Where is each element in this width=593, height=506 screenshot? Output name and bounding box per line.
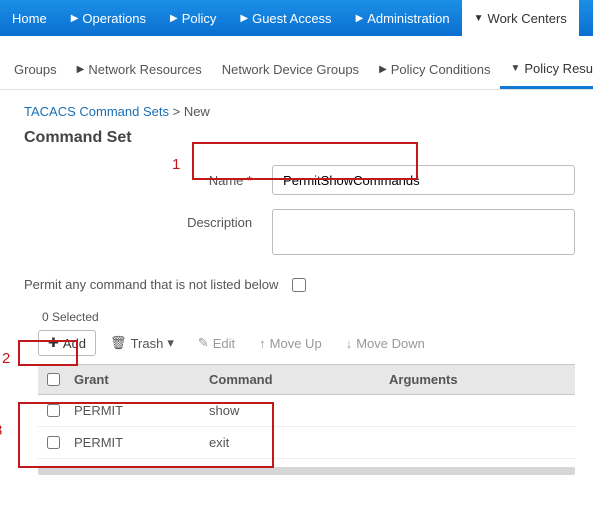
form-row-description: Description (18, 209, 575, 255)
secondary-nav: Groups ▶ Network Resources Network Devic… (0, 50, 593, 90)
subnav-label: Network Device Groups (222, 62, 359, 77)
move-down-button[interactable]: ↓ Move Down (336, 331, 435, 356)
nav-guest-access[interactable]: ▶ Guest Access (228, 0, 343, 36)
row-checkbox[interactable] (47, 404, 60, 417)
subnav-policy-conditions[interactable]: ▶ Policy Conditions (369, 50, 500, 89)
trash-icon: 🗑 (110, 335, 127, 351)
nav-label: Home (12, 11, 47, 26)
name-label: Name (209, 173, 244, 188)
commands-grid: Grant Command Arguments PERMIT show PERM… (38, 364, 575, 459)
moveup-label: Move Up (270, 336, 322, 351)
table-toolbar: ✚ Add 🗑 Trash ▾ ✎ Edit ↑ Move Up ↓ Move … (38, 328, 575, 358)
horizontal-scrollbar[interactable] (38, 467, 575, 475)
nav-operations[interactable]: ▶ Operations (59, 0, 158, 36)
header-command: Command (203, 372, 383, 387)
cell-grant: PERMIT (68, 403, 203, 418)
commands-table-section: 0 Selected ✚ Add 🗑 Trash ▾ ✎ Edit ↑ Move… (38, 310, 575, 475)
permit-any-row: Permit any command that is not listed be… (24, 277, 575, 292)
table-row[interactable]: PERMIT exit (38, 427, 575, 459)
nav-policy[interactable]: ▶ Policy (158, 0, 228, 36)
cell-grant: PERMIT (68, 435, 203, 450)
movedown-label: Move Down (356, 336, 425, 351)
trash-button[interactable]: 🗑 Trash ▾ (100, 330, 184, 356)
nav-administration[interactable]: ▶ Administration (344, 0, 462, 36)
caret-down-icon: ▼ (510, 63, 520, 74)
name-input[interactable] (272, 165, 575, 195)
subnav-label: Policy Conditions (391, 62, 491, 77)
header-grant: Grant (68, 372, 203, 387)
subnav-network-resources[interactable]: ▶ Network Resources (67, 50, 212, 89)
header-checkbox-cell (38, 373, 68, 386)
breadcrumb-sep: > (173, 104, 181, 119)
breadcrumb-current: New (184, 104, 210, 119)
subnav-policy-results[interactable]: ▼ Policy Results (500, 50, 593, 89)
nav-label: Work Centers (488, 11, 567, 26)
cell-command: show (203, 403, 383, 418)
breadcrumb-parent[interactable]: TACACS Command Sets (24, 104, 169, 119)
trash-label: Trash (131, 336, 164, 351)
plus-icon: ✚ (48, 335, 59, 351)
primary-nav: Home ▶ Operations ▶ Policy ▶ Guest Acces… (0, 0, 593, 36)
name-label-wrap: Name * (18, 173, 272, 188)
nav-label: Administration (367, 11, 449, 26)
form-row-name: Name * (18, 165, 575, 195)
caret-right-icon: ▶ (379, 64, 387, 75)
select-all-checkbox[interactable] (47, 373, 60, 386)
caret-right-icon: ▶ (240, 13, 248, 24)
subnav-label: Policy Results (524, 61, 593, 76)
move-up-button[interactable]: ↑ Move Up (249, 331, 332, 356)
subnav-network-device-groups[interactable]: Network Device Groups (212, 50, 369, 89)
edit-button[interactable]: ✎ Edit (188, 330, 245, 356)
caret-down-icon: ▾ (167, 335, 174, 351)
permit-any-label: Permit any command that is not listed be… (24, 277, 278, 292)
grid-header: Grant Command Arguments (38, 365, 575, 395)
nav-label: Guest Access (252, 11, 331, 26)
page-title: Command Set (24, 129, 575, 147)
nav-label: Policy (182, 11, 217, 26)
header-arguments: Arguments (383, 372, 575, 387)
cell-command: exit (203, 435, 383, 450)
annotation-number-2: 2 (2, 350, 10, 367)
caret-down-icon: ▼ (474, 13, 484, 24)
nav-home[interactable]: Home (0, 0, 59, 36)
table-row[interactable]: PERMIT show (38, 395, 575, 427)
selected-count: 0 Selected (42, 310, 575, 324)
description-input[interactable] (272, 209, 575, 255)
arrow-down-icon: ↓ (346, 336, 353, 351)
subnav-label: Groups (14, 62, 57, 77)
add-button[interactable]: ✚ Add (38, 330, 96, 356)
caret-right-icon: ▶ (71, 13, 79, 24)
caret-right-icon: ▶ (356, 13, 364, 24)
subnav-label: Network Resources (88, 62, 201, 77)
annotation-number-3: 3 (0, 422, 2, 439)
permit-any-checkbox[interactable] (292, 278, 306, 292)
description-label: Description (18, 209, 272, 230)
required-asterisk: * (247, 173, 252, 188)
row-checkbox[interactable] (47, 436, 60, 449)
content-area: TACACS Command Sets > New Command Set Na… (0, 90, 593, 475)
nav-label: Operations (82, 11, 146, 26)
subnav-groups[interactable]: Groups (4, 50, 67, 89)
caret-right-icon: ▶ (170, 13, 178, 24)
edit-icon: ✎ (198, 335, 209, 351)
edit-label: Edit (213, 336, 235, 351)
nav-work-centers[interactable]: ▼ Work Centers (462, 0, 579, 36)
caret-right-icon: ▶ (77, 64, 85, 75)
arrow-up-icon: ↑ (259, 336, 266, 351)
add-label: Add (63, 336, 86, 351)
breadcrumb: TACACS Command Sets > New (24, 104, 575, 119)
